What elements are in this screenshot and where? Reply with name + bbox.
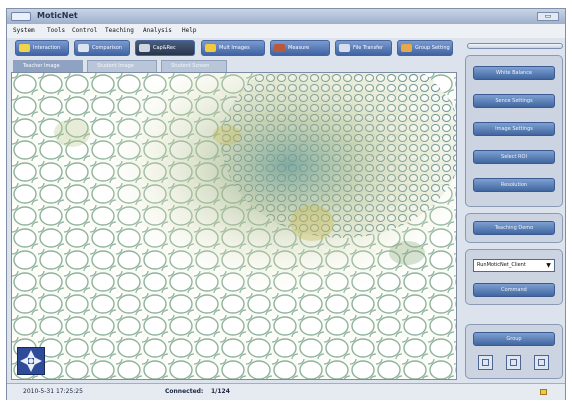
grid-layout-icon[interactable] [478,355,493,370]
mult-images-button[interactable]: Mult Images [201,40,265,56]
status-connected-value: 1/124 [211,388,230,395]
interaction-label: Interaction [33,45,61,51]
menu-teaching[interactable]: Teaching [105,27,134,34]
cap-rec-button[interactable]: Cap&Rec [135,40,195,56]
group-control-group: Group [465,324,563,379]
client-select[interactable]: RunMoticNet_Client ▼ [473,259,555,272]
window-controls[interactable]: ▭ [537,12,559,21]
monitor-layout-inner [538,359,545,366]
teaching-group: Teaching Demo [465,213,563,243]
select-roi-button[interactable]: Select ROI [473,150,555,164]
toolbar: Interaction Comparison Cap&Rec Mult Imag… [11,39,453,57]
app-window: MoticNet ▭ System Tools Control Teaching… [6,8,566,400]
menu-bar: System Tools Control Teaching Analysis H… [7,24,565,38]
mult-images-label: Mult Images [219,45,250,51]
status-datetime: 2010-5-31 17:25:25 [23,388,83,395]
group-icon [401,44,412,52]
interaction-icon [19,44,30,52]
title-bar: MoticNet ▭ [7,9,565,24]
menu-help[interactable]: Help [182,27,196,34]
menu-control[interactable]: Control [72,27,97,34]
menu-system[interactable]: System [13,27,35,34]
client-select-value: RunMoticNet_Client [477,262,526,268]
single-layout-icon[interactable] [506,355,521,370]
status-indicator-icon [540,389,547,395]
measure-icon [274,44,285,52]
tab-student-image[interactable]: Student Image [87,60,157,72]
image-settings-button[interactable]: Image Settings [473,122,555,136]
sence-settings-button[interactable]: Sence Settings [473,94,555,108]
tab-student-screen[interactable]: Student Screen [161,60,227,72]
resolution-button[interactable]: Resolution [473,178,555,192]
single-layout-inner [510,359,517,366]
app-logo-icon [11,12,31,21]
tab-teacher-image[interactable]: Teacher Image [13,60,83,72]
comparison-label: Comparison [92,45,122,51]
status-connected-label: Connected: [165,388,204,395]
measure-button[interactable]: Measure [270,40,330,56]
status-bar: 2010-5-31 17:25:25 Connected: 1/124 [7,383,565,400]
microscope-image [12,73,456,379]
menu-analysis[interactable]: Analysis [143,27,172,34]
grid-layout-inner [482,359,489,366]
file-transfer-label: File Transfer [353,45,384,51]
interaction-button[interactable]: Interaction [15,40,69,56]
camera-icon [139,44,150,52]
teaching-demo-button[interactable]: Teaching Demo [473,221,555,235]
microscope-image-view[interactable] [11,72,457,380]
monitor-layout-icon[interactable] [534,355,549,370]
file-transfer-icon [339,44,350,52]
white-balance-button[interactable]: White Balance [473,66,555,80]
view-tabs: Teacher Image Student Image Student Scre… [11,60,451,72]
group-setting-button[interactable]: Group Setting [397,40,453,56]
file-transfer-button[interactable]: File Transfer [335,40,392,56]
measure-label: Measure [288,45,310,51]
group-button[interactable]: Group [473,332,555,346]
cap-rec-label: Cap&Rec [153,45,176,51]
command-button[interactable]: Command [473,283,555,297]
client-control-group: RunMoticNet_Client ▼ Command [465,249,563,305]
camera-settings-group: White Balance Sence Settings Image Setti… [465,55,563,207]
navigation-compass-icon[interactable] [17,347,45,375]
comparison-button[interactable]: Comparison [74,40,130,56]
window-title: MoticNet [37,11,78,20]
group-setting-label: Group Setting [415,45,450,51]
images-icon [205,44,216,52]
dropdown-arrow-icon: ▼ [546,262,551,269]
menu-tools[interactable]: Tools [47,27,65,34]
panel-scroll-slider[interactable] [467,43,563,49]
comparison-icon [78,44,89,52]
